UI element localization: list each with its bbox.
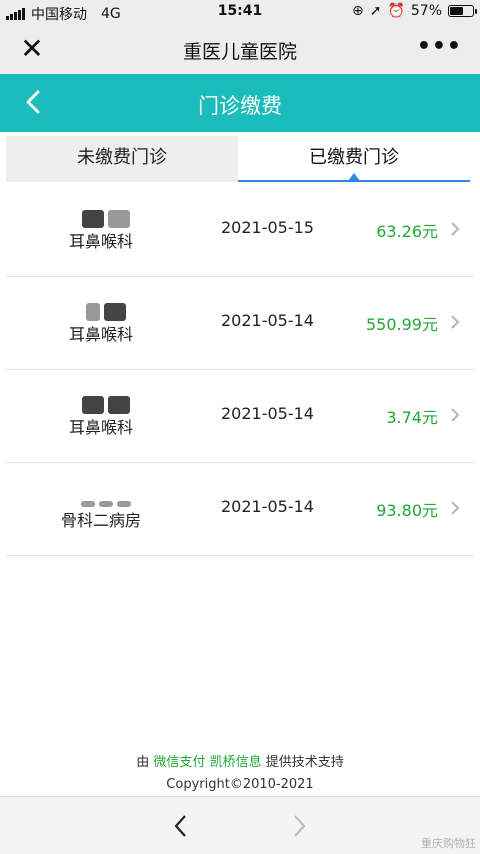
- payment-row[interactable]: 耳鼻喉科 2021-05-14 3.74元: [6, 370, 474, 463]
- network-label: 4G: [101, 6, 121, 22]
- footer-copyright: Copyright©2010-2021: [166, 777, 314, 792]
- payment-amount: 63.26元: [376, 222, 438, 241]
- tab-unpaid[interactable]: 未缴费门诊: [6, 136, 238, 182]
- payment-date: 2021-05-14: [221, 404, 314, 423]
- payment-row[interactable]: 耳鼻喉科 2021-05-15 63.26元: [6, 184, 474, 277]
- redacted-block: [66, 396, 146, 416]
- signal-icon: [6, 8, 25, 20]
- location-icon: ➚: [369, 3, 382, 19]
- status-right: ⊕ ➚ ⏰ 57%: [351, 3, 477, 19]
- watermark-text: 重庆购物狂: [421, 837, 476, 850]
- redacted-block: [66, 303, 146, 323]
- page-title: 门诊缴费: [198, 94, 282, 118]
- wechat-header: ✕ 重医儿童医院 •••: [0, 26, 480, 74]
- payment-amount: 93.80元: [376, 501, 438, 520]
- more-icon[interactable]: •••: [417, 34, 462, 59]
- redacted-block: [66, 210, 146, 230]
- tab-caret-icon: [348, 173, 360, 181]
- payment-date: 2021-05-14: [221, 311, 314, 330]
- footer-provider-wechat-pay[interactable]: 微信支付: [153, 755, 205, 770]
- status-left: 中国移动 4G: [6, 4, 121, 24]
- chevron-right-icon: [451, 501, 460, 515]
- tab-unpaid-label: 未缴费门诊: [77, 147, 167, 168]
- battery-icon: [448, 5, 477, 17]
- chevron-right-icon: [451, 222, 460, 236]
- chevron-right-icon: [451, 408, 460, 422]
- browser-bottom-bar: 重庆购物狂: [0, 796, 480, 854]
- footer-provider-kaiqiao[interactable]: 凯桥信息: [210, 755, 262, 770]
- tab-bar: 未缴费门诊 已缴费门诊: [6, 136, 470, 182]
- payment-date: 2021-05-15: [221, 218, 314, 237]
- department-name: 耳鼻喉科: [68, 232, 133, 251]
- department-name: 耳鼻喉科: [68, 325, 133, 344]
- payment-row[interactable]: 骨科二病房 2021-05-14 93.80元: [6, 463, 474, 556]
- status-bar: 中国移动 4G 15:41 ⊕ ➚ ⏰ 57%: [0, 0, 480, 26]
- footer-suffix: 提供技术支持: [265, 755, 344, 770]
- payment-amount: 3.74元: [386, 408, 438, 427]
- payment-row[interactable]: 耳鼻喉科 2021-05-14 550.99元: [6, 277, 474, 370]
- payment-amount: 550.99元: [366, 315, 438, 334]
- department-name: 骨科二病房: [60, 511, 141, 530]
- chevron-right-icon: [451, 315, 460, 329]
- rotation-lock-icon: ⊕: [351, 3, 364, 19]
- chevron-left-icon[interactable]: [172, 813, 190, 839]
- tab-paid-label: 已缴费门诊: [309, 147, 399, 168]
- redacted-block: [66, 489, 146, 509]
- alarm-icon: ⏰: [387, 3, 405, 19]
- footer-support-line: 由 微信支付 凯桥信息 提供技术支持: [0, 752, 480, 774]
- footer-prefix: 由: [136, 755, 150, 770]
- payment-date: 2021-05-14: [221, 497, 314, 516]
- department-name: 耳鼻喉科: [68, 418, 133, 437]
- carrier-label: 中国移动: [31, 7, 87, 23]
- wechat-title: 重医儿童医院: [182, 41, 297, 63]
- battery-percent: 57%: [410, 3, 442, 19]
- tab-paid[interactable]: 已缴费门诊: [238, 136, 470, 182]
- chevron-right-icon[interactable]: [290, 813, 308, 839]
- page-header: 门诊缴费: [0, 74, 480, 132]
- payment-list: 耳鼻喉科 2021-05-15 63.26元 耳鼻喉科 2021-05-14 5…: [6, 184, 474, 556]
- footer: 由 微信支付 凯桥信息 提供技术支持 Copyright©2010-2021: [0, 752, 480, 796]
